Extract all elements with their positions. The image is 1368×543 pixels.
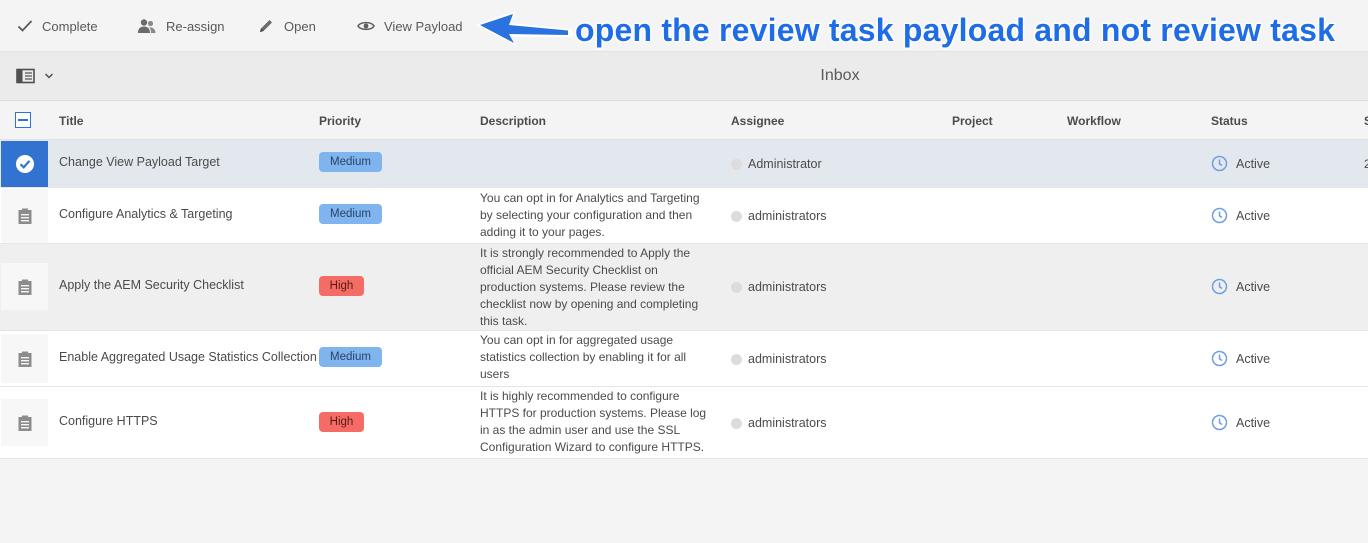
pencil-icon [260,20,272,32]
row-select-thumbnail[interactable] [1,141,48,187]
column-header-priority[interactable]: Priority [319,114,361,128]
eye-icon [357,21,375,31]
avatar [731,158,742,170]
checkmark-icon [17,20,33,32]
task-description: You can opt in for aggregated usage stat… [480,333,687,381]
table-row[interactable]: Enable Aggregated Usage Statistics Colle… [0,331,1368,387]
priority-badge: Medium [319,152,382,172]
assignee-name: administrators [748,416,827,430]
assignee: administrators [731,416,827,430]
inbox-table: Title Priority Description Assignee Proj… [0,101,1368,459]
clock-icon [1211,278,1228,295]
table-row[interactable]: Configure Analytics & Targeting Medium Y… [0,188,1368,244]
view-payload-label: View Payload [384,18,463,34]
clipboard-icon [18,415,31,431]
column-header-assignee[interactable]: Assignee [731,114,784,128]
title-bar: Inbox [0,52,1368,101]
status: Active [1211,155,1270,172]
status: Active [1211,278,1270,295]
annotation-arrow [473,8,573,48]
clock-icon [1211,350,1228,367]
reassign-label: Re-assign [166,18,225,34]
page-title: Inbox [820,67,860,84]
task-description: It is strongly recommended to Apply the … [480,246,699,328]
status: Active [1211,350,1270,367]
reassign-button[interactable]: Re-assign [137,0,225,52]
table-row[interactable]: Apply the AEM Security Checklist High It… [0,244,1368,331]
assignee-name: administrators [748,280,827,294]
assignee: Administrator [731,157,822,171]
select-all-checkbox[interactable] [15,112,31,128]
status-label: Active [1236,156,1271,171]
task-description: You can opt in for Analytics and Targeti… [480,191,700,239]
status-label: Active [1236,351,1271,366]
complete-label: Complete [42,18,98,34]
task-title[interactable]: Enable Aggregated Usage Statistics Colle… [59,350,317,364]
row-select-thumbnail[interactable] [1,189,48,243]
task-title[interactable]: Configure Analytics & Targeting [59,207,232,221]
avatar [731,353,742,365]
status-label: Active [1236,208,1271,223]
row-select-thumbnail[interactable] [1,263,48,310]
open-label: Open [284,18,316,34]
arrow-left-icon [476,11,573,46]
table-row[interactable]: Change View Payload Target Medium Admini… [0,140,1368,188]
row-select-thumbnail[interactable] [1,334,48,383]
start-date: 2 [1364,157,1368,171]
clock-icon [1211,155,1228,172]
column-header-project[interactable]: Project [952,114,993,128]
status-label: Active [1236,279,1271,294]
column-header-status[interactable]: Status [1211,114,1248,128]
clipboard-icon [18,351,31,367]
clipboard-icon [18,279,31,295]
priority-badge: High [319,412,364,432]
clock-icon [1211,207,1228,224]
status-label: Active [1236,415,1271,430]
open-button[interactable]: Open [258,0,316,52]
assignee: administrators [731,209,827,223]
priority-badge: High [319,276,364,296]
column-header-workflow[interactable]: Workflow [1067,114,1121,128]
priority-badge: Medium [319,347,382,367]
avatar [731,281,742,293]
column-header-title[interactable]: Title [59,114,83,128]
task-description: It is highly recommended to configure HT… [480,389,707,454]
clock-icon [1211,414,1228,431]
table-row[interactable]: Configure HTTPS High It is highly recomm… [0,387,1368,459]
status: Active [1211,207,1270,224]
clipboard-icon [18,208,31,224]
users-icon [138,19,156,33]
avatar [731,210,742,222]
column-header-start-date[interactable]: S [1364,114,1368,128]
task-title[interactable]: Change View Payload Target [59,155,220,169]
row-select-thumbnail[interactable] [1,399,48,446]
priority-badge: Medium [319,204,382,224]
table-header: Title Priority Description Assignee Proj… [0,101,1368,140]
assignee: administrators [731,352,827,366]
view-payload-button[interactable]: View Payload [357,0,463,52]
annotation-text: open the review task payload and not rev… [575,12,1336,48]
assignee-name: administrators [748,209,827,223]
column-header-description[interactable]: Description [480,114,546,128]
status: Active [1211,414,1270,431]
task-title[interactable]: Configure HTTPS [59,414,158,428]
task-title[interactable]: Apply the AEM Security Checklist [59,278,244,292]
complete-button[interactable]: Complete [17,0,98,52]
check-circle-icon [15,155,34,173]
assignee: administrators [731,280,827,294]
avatar [731,417,742,429]
assignee-name: administrators [748,352,827,366]
assignee-name: Administrator [748,157,822,171]
